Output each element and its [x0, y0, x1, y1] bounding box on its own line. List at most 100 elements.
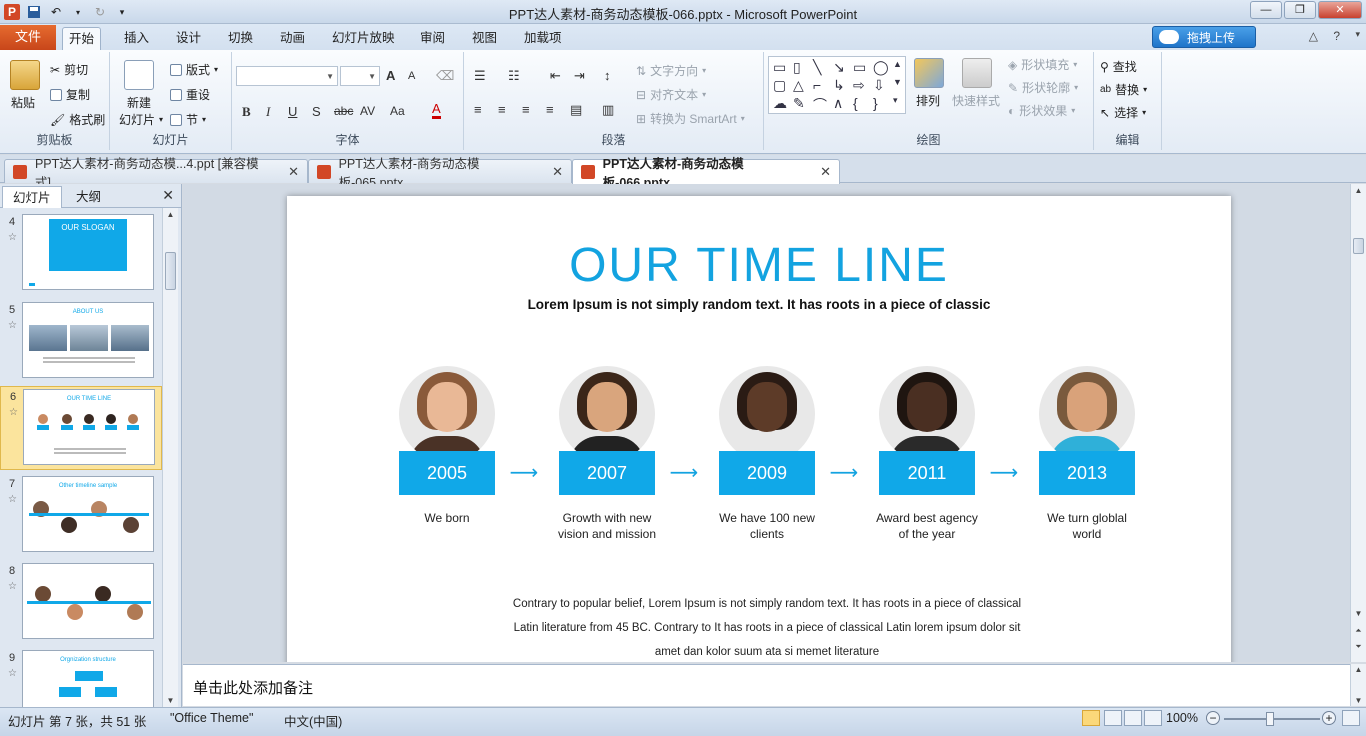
tab-insert[interactable]: 插入: [118, 27, 155, 50]
bullets-icon[interactable]: ☰: [474, 68, 486, 84]
line-spacing-icon[interactable]: ↕: [604, 68, 611, 83]
tab-animations[interactable]: 动画: [274, 27, 311, 50]
increase-indent-icon[interactable]: ⇥: [574, 68, 585, 84]
tab-file[interactable]: 文件: [0, 25, 56, 50]
slide-subtitle[interactable]: Lorem Ipsum is not simply random text. I…: [287, 297, 1231, 312]
slides-panel-scrollbar[interactable]: ▲ ▼: [162, 208, 178, 707]
align-left-icon[interactable]: ≡: [474, 102, 482, 117]
tab-review[interactable]: 审阅: [414, 27, 451, 50]
tab-addins[interactable]: 加载项: [518, 27, 568, 50]
freeform-shape-icon[interactable]: ✎: [793, 95, 805, 112]
ribbon-menu-icon[interactable]: ▾: [1355, 29, 1360, 40]
next-slide-icon[interactable]: ⏷: [1351, 642, 1366, 652]
select-button[interactable]: ↖ 选择 ▾: [1100, 104, 1146, 121]
help-icon[interactable]: ?: [1333, 29, 1340, 43]
paste-button[interactable]: 粘贴: [11, 94, 35, 111]
tab-slides[interactable]: 幻灯片: [2, 186, 62, 208]
shapes-gallery[interactable]: ▭ ▯ ╲ ↘ ▭ ◯ ▢ △ ⌐ ↳ ⇨ ⇩ ☁ ✎ ⌒ ∧ { } ▲ ▼ …: [768, 56, 906, 114]
scroll-up-icon[interactable]: ▲: [1351, 665, 1366, 674]
close-tab-icon[interactable]: ✕: [552, 164, 563, 180]
arrow-line-shape-icon[interactable]: ↘: [833, 59, 845, 76]
milestone-4[interactable]: 2011 Award best agency of the year: [876, 366, 978, 541]
columns-icon[interactable]: ▥: [602, 102, 614, 118]
minimize-ribbon-icon[interactable]: △: [1309, 29, 1318, 43]
section-button[interactable]: 节 ▾: [170, 111, 206, 128]
text-direction-button[interactable]: ⇅ 文字方向 ▾: [636, 62, 706, 79]
arrange-button[interactable]: 排列: [916, 92, 940, 109]
format-painter-button[interactable]: 🖌 格式刷: [50, 111, 105, 128]
scroll-thumb[interactable]: [165, 252, 176, 290]
restore-button[interactable]: ❐: [1284, 1, 1316, 19]
change-case-button[interactable]: Aa: [390, 104, 405, 118]
slide-canvas[interactable]: OUR TIME LINE Lorem Ipsum is not simply …: [287, 196, 1231, 662]
upload-button[interactable]: 拖拽上传: [1152, 26, 1256, 48]
shape-effects-button[interactable]: ◐ 形状效果 ▾: [1008, 102, 1075, 119]
decrease-indent-icon[interactable]: ⇤: [550, 68, 561, 84]
doc-tab-2[interactable]: PPT达人素材-商务动态模板-065.pptx ✕: [308, 157, 572, 190]
doc-tab-1[interactable]: PPT达人素材-商务动态模...4.ppt [兼容模式] ✕: [4, 157, 308, 190]
milestone-2[interactable]: 2007 Growth with new vision and mission: [558, 366, 656, 541]
reading-view-button[interactable]: [1124, 710, 1142, 726]
replace-button[interactable]: ab 替换 ▾: [1100, 81, 1147, 98]
right-brace-shape-icon[interactable]: }: [873, 95, 878, 111]
slide-sorter-button[interactable]: [1104, 710, 1122, 726]
tab-view[interactable]: 视图: [466, 27, 503, 50]
gallery-scroll-down-icon[interactable]: ▼: [893, 77, 902, 87]
copy-button[interactable]: 复制: [50, 86, 90, 103]
normal-view-button[interactable]: [1082, 710, 1100, 726]
slide-thumb-8[interactable]: 8 ☆: [0, 561, 162, 645]
new-slide-icon[interactable]: [124, 60, 154, 90]
right-arrow-shape-icon[interactable]: ⇨: [853, 77, 865, 94]
clear-formatting-icon[interactable]: ⌫: [436, 68, 454, 84]
scroll-down-icon[interactable]: ▼: [163, 696, 178, 705]
elbow-arrow-shape-icon[interactable]: ↳: [833, 77, 845, 94]
layout-button[interactable]: 版式 ▾: [170, 61, 218, 78]
font-color-button[interactable]: A: [432, 102, 441, 119]
quick-styles-icon[interactable]: [962, 58, 992, 88]
zoom-out-icon[interactable]: −: [1206, 711, 1220, 725]
milestone-1[interactable]: 2005 We born: [399, 366, 495, 525]
arc-shape-icon[interactable]: ∧: [833, 95, 843, 112]
vertical-textbox-shape-icon[interactable]: ▯: [793, 59, 801, 76]
zoom-slider-knob[interactable]: [1266, 712, 1274, 726]
align-text-button[interactable]: ⊟ 对齐文本 ▾: [636, 86, 706, 103]
slide-thumb-5[interactable]: 5 ☆ ABOUT US: [0, 300, 162, 384]
tab-transitions[interactable]: 切换: [222, 27, 259, 50]
shape-outline-button[interactable]: ✎ 形状轮廓 ▾: [1008, 79, 1078, 96]
distribute-icon[interactable]: ▤: [570, 102, 582, 118]
textbox-shape-icon[interactable]: ▭: [773, 59, 786, 76]
italic-button[interactable]: I: [266, 104, 270, 120]
slide-paragraph[interactable]: Contrary to popular belief, Lorem Ipsum …: [477, 592, 1057, 662]
notes-pane[interactable]: 单击此处添加备注: [183, 664, 1350, 706]
zoom-in-icon[interactable]: +: [1322, 711, 1336, 725]
underline-button[interactable]: U: [288, 104, 297, 119]
previous-slide-icon[interactable]: ⏶: [1351, 626, 1366, 636]
fit-to-window-button[interactable]: [1342, 710, 1360, 726]
triangle-shape-icon[interactable]: △: [793, 77, 804, 94]
line-shape-icon[interactable]: ╲: [813, 59, 821, 76]
scroll-thumb[interactable]: [1353, 238, 1364, 254]
justify-icon[interactable]: ≡: [546, 102, 554, 117]
tab-design[interactable]: 设计: [170, 27, 207, 50]
slide-area-scrollbar[interactable]: ▲ ▼ ⏶ ⏷: [1350, 184, 1366, 662]
scroll-up-icon[interactable]: ▲: [163, 210, 178, 219]
slide-thumb-6[interactable]: 6 ☆ OUR TIME LINE: [0, 386, 162, 470]
doc-tab-3-active[interactable]: PPT达人素材-商务动态模板-066.pptx ✕: [572, 157, 840, 190]
left-brace-shape-icon[interactable]: {: [853, 95, 858, 111]
elbow-connector-shape-icon[interactable]: ⌐: [813, 77, 821, 93]
close-button[interactable]: ✕: [1318, 1, 1362, 19]
char-spacing-button[interactable]: AV: [360, 104, 375, 118]
slide-thumb-4[interactable]: 4 ☆ OUR SLOGAN: [0, 212, 162, 296]
paste-icon[interactable]: [10, 60, 40, 90]
minimize-button[interactable]: —: [1250, 1, 1282, 19]
language[interactable]: 中文(中国): [284, 711, 342, 730]
strikethrough-button[interactable]: abc: [334, 104, 353, 118]
gallery-scroll-up-icon[interactable]: ▲: [893, 59, 902, 69]
font-name-select[interactable]: ▼: [236, 66, 338, 86]
slideshow-button[interactable]: [1144, 710, 1162, 726]
down-arrow-shape-icon[interactable]: ⇩: [873, 77, 885, 94]
shape-fill-button[interactable]: ◈ 形状填充 ▾: [1008, 56, 1077, 73]
close-tab-icon[interactable]: ✕: [288, 164, 299, 180]
tab-slideshow[interactable]: 幻灯片放映: [326, 27, 401, 50]
notes-scrollbar[interactable]: ▲ ▼: [1350, 664, 1366, 706]
